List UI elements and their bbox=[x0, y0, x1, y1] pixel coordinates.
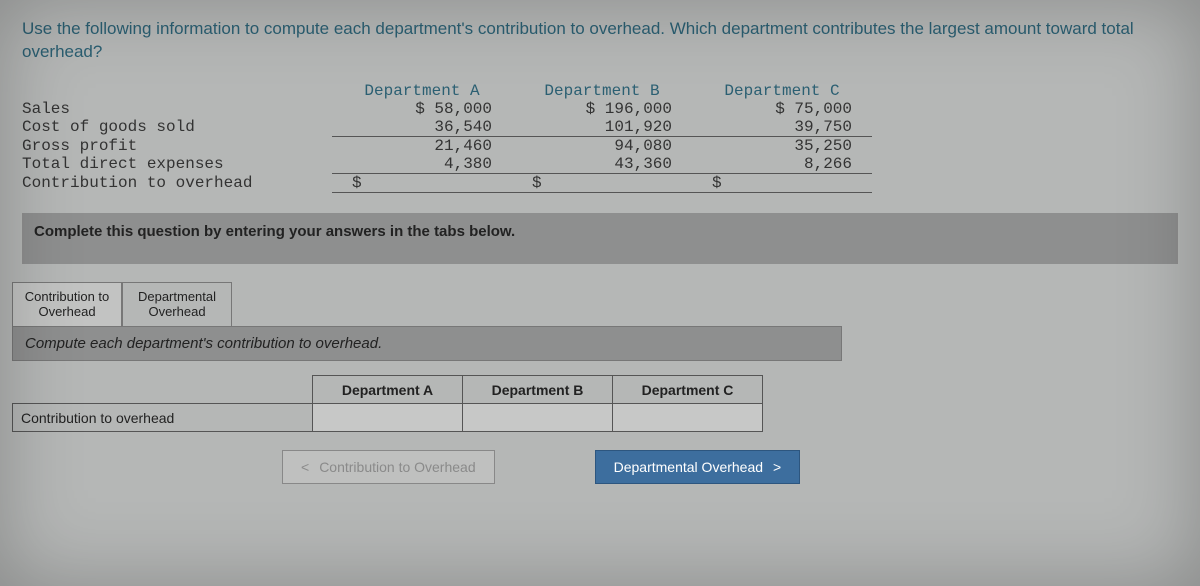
label-direct: Total direct expenses bbox=[22, 155, 332, 174]
answer-table: Department A Department B Department C C… bbox=[12, 375, 763, 432]
ans-header-c: Department C bbox=[613, 376, 763, 404]
ans-header-b: Department B bbox=[463, 376, 613, 404]
label-gross: Gross profit bbox=[22, 137, 332, 155]
data-header-row: Department A Department B Department C bbox=[22, 82, 1178, 100]
prev-button[interactable]: < Contribution to Overhead bbox=[282, 450, 495, 484]
cogs-a: 36,540 bbox=[332, 118, 512, 137]
col-header-c: Department C bbox=[692, 82, 872, 100]
row-sales: Sales $ 58,000 $ 196,000 $ 75,000 bbox=[22, 100, 1178, 118]
tabs-row: Contribution to Overhead Departmental Ov… bbox=[12, 282, 1190, 326]
data-table: Department A Department B Department C S… bbox=[22, 82, 1178, 193]
col-header-a: Department A bbox=[332, 82, 512, 100]
ans-rowlabel: Contribution to overhead bbox=[13, 404, 313, 432]
row-contrib: Contribution to overhead $ $ $ bbox=[22, 174, 1178, 193]
gross-b: 94,080 bbox=[512, 137, 692, 155]
contrib-a: $ bbox=[332, 174, 512, 193]
contrib-b: $ bbox=[512, 174, 692, 193]
next-button[interactable]: Departmental Overhead > bbox=[595, 450, 801, 484]
instruction-bar: Complete this question by entering your … bbox=[22, 213, 1178, 264]
ans-input-a[interactable] bbox=[313, 404, 463, 432]
tab-departmental[interactable]: Departmental Overhead bbox=[122, 282, 232, 326]
sales-b: $ 196,000 bbox=[512, 100, 692, 118]
label-cogs: Cost of goods sold bbox=[22, 118, 332, 137]
gross-a: 21,460 bbox=[332, 137, 512, 155]
col-header-b: Department B bbox=[512, 82, 692, 100]
cogs-c: 39,750 bbox=[692, 118, 872, 137]
nav-row: < Contribution to Overhead Departmental … bbox=[12, 450, 1190, 484]
question-text: Use the following information to compute… bbox=[22, 18, 1178, 64]
prev-button-label: Contribution to Overhead bbox=[319, 459, 475, 475]
sales-c: $ 75,000 bbox=[692, 100, 872, 118]
contrib-c: $ bbox=[692, 174, 872, 193]
row-cogs: Cost of goods sold 36,540 101,920 39,750 bbox=[22, 118, 1178, 137]
direct-c: 8,266 bbox=[692, 155, 872, 174]
label-sales: Sales bbox=[22, 100, 332, 118]
ans-input-c[interactable] bbox=[613, 404, 763, 432]
direct-b: 43,360 bbox=[512, 155, 692, 174]
ans-input-b[interactable] bbox=[463, 404, 613, 432]
section-prompt: Compute each department's contribution t… bbox=[12, 326, 842, 361]
direct-a: 4,380 bbox=[332, 155, 512, 174]
cogs-b: 101,920 bbox=[512, 118, 692, 137]
ans-header-a: Department A bbox=[313, 376, 463, 404]
row-gross: Gross profit 21,460 94,080 35,250 bbox=[22, 137, 1178, 155]
chevron-left-icon: < bbox=[301, 459, 309, 475]
next-button-label: Departmental Overhead bbox=[614, 459, 763, 475]
row-direct: Total direct expenses 4,380 43,360 8,266 bbox=[22, 155, 1178, 174]
tab-contribution[interactable]: Contribution to Overhead bbox=[12, 282, 122, 326]
label-contrib: Contribution to overhead bbox=[22, 174, 332, 193]
sales-a: $ 58,000 bbox=[332, 100, 512, 118]
chevron-right-icon: > bbox=[773, 459, 781, 475]
gross-c: 35,250 bbox=[692, 137, 872, 155]
